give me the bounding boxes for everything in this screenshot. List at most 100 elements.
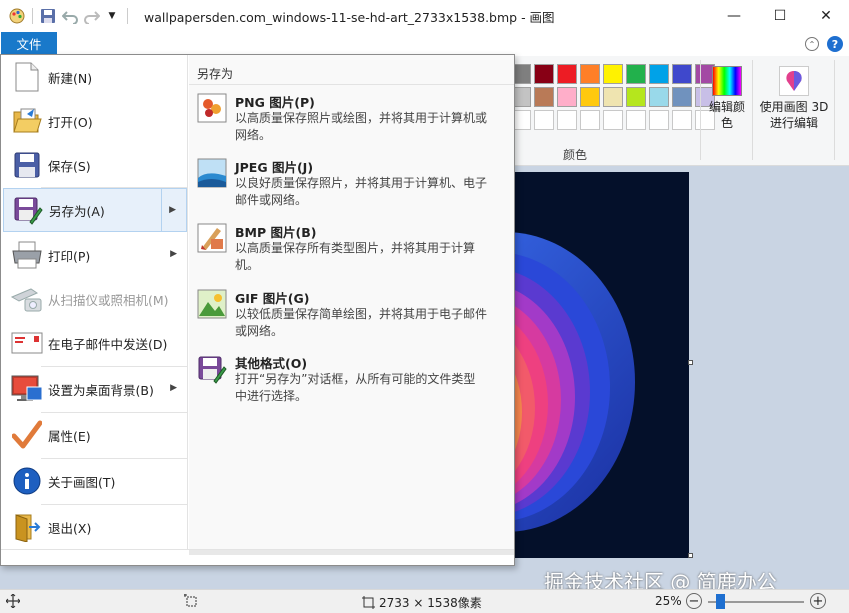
quick-access-separator xyxy=(127,8,128,24)
minimize-button[interactable]: — xyxy=(711,0,757,32)
custom-color-swatch[interactable] xyxy=(603,110,623,130)
color-swatch[interactable] xyxy=(672,87,692,107)
format-name: JPEG 图片(J) xyxy=(235,160,314,175)
zoom-out-button[interactable]: − xyxy=(686,593,702,609)
menu-item-about-paint[interactable]: 关于画图(T) xyxy=(3,459,187,503)
menu-item-properties[interactable]: 属性(E) xyxy=(3,413,187,457)
file-tab[interactable]: 文件 xyxy=(1,32,57,54)
format-description: 打开“另存为”对话框，从所有可能的文件类型中进行选择。 xyxy=(235,372,476,403)
custom-color-swatch[interactable] xyxy=(557,110,577,130)
color-palette xyxy=(511,64,715,130)
edit-colors-label: 编辑颜色 xyxy=(708,100,745,130)
gif-image-icon xyxy=(197,289,227,319)
custom-color-swatch[interactable] xyxy=(672,110,692,130)
customize-quick-access-icon[interactable]: ▼ xyxy=(103,7,121,25)
other-formats-icon xyxy=(197,354,227,384)
custom-color-swatch[interactable] xyxy=(626,110,646,130)
menu-item-label: 属性(E) xyxy=(48,428,91,444)
zoom-in-button[interactable]: + xyxy=(810,593,826,609)
save-as-submenu: 另存为 PNG 图片(P) 以高质量保存照片或绘图，并将其用于计算机或网络。 J… xyxy=(189,55,514,549)
edit-colors-button[interactable]: 编辑颜色 xyxy=(707,64,747,131)
menu-item-new[interactable]: 新建(N) xyxy=(3,55,187,99)
custom-color-swatch[interactable] xyxy=(580,110,600,130)
help-icon[interactable]: ? xyxy=(827,36,843,52)
image-size-icon xyxy=(362,596,375,609)
ribbon-separator xyxy=(700,60,701,160)
color-swatch[interactable] xyxy=(603,87,623,107)
menu-item-label: 打印(P) xyxy=(48,248,91,264)
resize-handle-corner[interactable] xyxy=(688,553,693,558)
color-swatch[interactable] xyxy=(557,87,577,107)
menu-item-label: 关于画图(T) xyxy=(48,474,116,490)
paint-app-icon[interactable] xyxy=(8,7,26,25)
color-swatch[interactable] xyxy=(603,64,623,84)
new-document-icon xyxy=(9,59,45,95)
ribbon-separator xyxy=(834,60,835,160)
colors-group-label: 颜色 xyxy=(563,148,588,162)
status-bar: 2733 × 1538像素 25% − + xyxy=(0,589,849,613)
submenu-arrow-icon: ▶ xyxy=(170,383,177,393)
menu-item-save[interactable]: 保存(S) xyxy=(3,143,187,187)
zoom-slider-thumb[interactable] xyxy=(716,594,725,609)
color-swatch[interactable] xyxy=(534,64,554,84)
file-menu-footer xyxy=(1,549,514,565)
format-name: PNG 图片(P) xyxy=(235,95,315,110)
format-description: 以高质量保存照片或绘图，并将其用于计算机或网络。 xyxy=(235,111,488,142)
custom-color-swatch[interactable] xyxy=(534,110,554,130)
save-as-bmp[interactable]: BMP 图片(B) 以高质量保存所有类型图片，并将其用于计算机。 xyxy=(195,219,511,281)
custom-color-swatch[interactable] xyxy=(649,110,669,130)
paint3d-label: 使用画图 3D 进行编辑 xyxy=(759,100,829,130)
submenu-arrow-icon: ▶ xyxy=(170,249,177,259)
checkmark-icon xyxy=(9,417,45,453)
menu-item-send-email[interactable]: 在电子邮件中发送(D) xyxy=(3,321,187,365)
menu-item-label: 另存为(A) xyxy=(49,203,105,219)
submenu-title: 另存为 xyxy=(197,67,234,81)
color-swatch[interactable] xyxy=(649,64,669,84)
scanner-camera-icon xyxy=(9,281,45,317)
menu-item-label: 保存(S) xyxy=(48,158,91,174)
ribbon-separator xyxy=(752,60,753,160)
floppy-disk-icon xyxy=(9,147,45,183)
save-as-jpeg[interactable]: JPEG 图片(J) 以良好质量保存照片，并将其用于计算机、电子邮件或网络。 xyxy=(195,154,511,216)
close-button[interactable]: ✕ xyxy=(803,0,849,32)
format-name: 其他格式(O) xyxy=(235,356,308,371)
save-as-icon xyxy=(10,192,46,228)
color-swatch[interactable] xyxy=(580,64,600,84)
color-swatch[interactable] xyxy=(626,87,646,107)
menu-item-set-desktop-background[interactable]: 设置为桌面背景(B) ▶ xyxy=(3,367,187,411)
submenu-split xyxy=(161,189,162,231)
ribbon-tab-row xyxy=(0,32,849,56)
redo-icon[interactable] xyxy=(83,7,101,25)
color-swatch[interactable] xyxy=(557,64,577,84)
menu-item-label: 打开(O) xyxy=(48,114,93,130)
menu-item-label: 新建(N) xyxy=(48,70,93,86)
png-image-icon xyxy=(197,93,227,123)
format-name: GIF 图片(G) xyxy=(235,291,310,306)
edit-with-paint3d-button[interactable]: 使用画图 3D 进行编辑 xyxy=(758,64,830,131)
collapse-ribbon-icon[interactable]: ⌃ xyxy=(805,37,819,51)
cursor-position-icon xyxy=(5,593,21,611)
save-as-png[interactable]: PNG 图片(P) 以高质量保存照片或绘图，并将其用于计算机或网络。 xyxy=(195,89,511,151)
color-swatch[interactable] xyxy=(580,87,600,107)
open-folder-icon xyxy=(9,103,45,139)
format-description: 以良好质量保存照片，并将其用于计算机、电子邮件或网络。 xyxy=(235,176,488,207)
resize-handle-right[interactable] xyxy=(688,360,693,365)
color-swatch[interactable] xyxy=(672,64,692,84)
color-swatch[interactable] xyxy=(649,87,669,107)
save-icon[interactable] xyxy=(39,7,57,25)
printer-icon xyxy=(9,237,45,273)
undo-icon[interactable] xyxy=(61,7,79,25)
wallpaper-image[interactable] xyxy=(515,172,689,558)
title-bar: ▼ wallpapersden.com_windows-11-se-hd-art… xyxy=(0,0,849,32)
maximize-button[interactable]: ☐ xyxy=(757,0,803,32)
menu-item-open[interactable]: 打开(O) xyxy=(3,99,187,143)
save-as-gif[interactable]: GIF 图片(G) 以较低质量保存简单绘图，并将其用于电子邮件或网络。 xyxy=(195,285,511,347)
menu-item-from-scanner[interactable]: 从扫描仪或照相机(M) xyxy=(3,277,187,321)
menu-item-print[interactable]: 打印(P) ▶ xyxy=(3,233,187,277)
menu-item-save-as[interactable]: 另存为(A) ▶ xyxy=(3,188,187,232)
save-as-other-formats[interactable]: 其他格式(O) 打开“另存为”对话框，从所有可能的文件类型中进行选择。 xyxy=(195,350,511,412)
file-menu: 新建(N) 打开(O) 保存(S) 另存为(A) ▶ 打印(P) ▶ 从扫描仪或… xyxy=(0,54,515,566)
color-swatch[interactable] xyxy=(534,87,554,107)
menu-item-exit[interactable]: 退出(X) xyxy=(3,505,187,549)
color-swatch[interactable] xyxy=(626,64,646,84)
